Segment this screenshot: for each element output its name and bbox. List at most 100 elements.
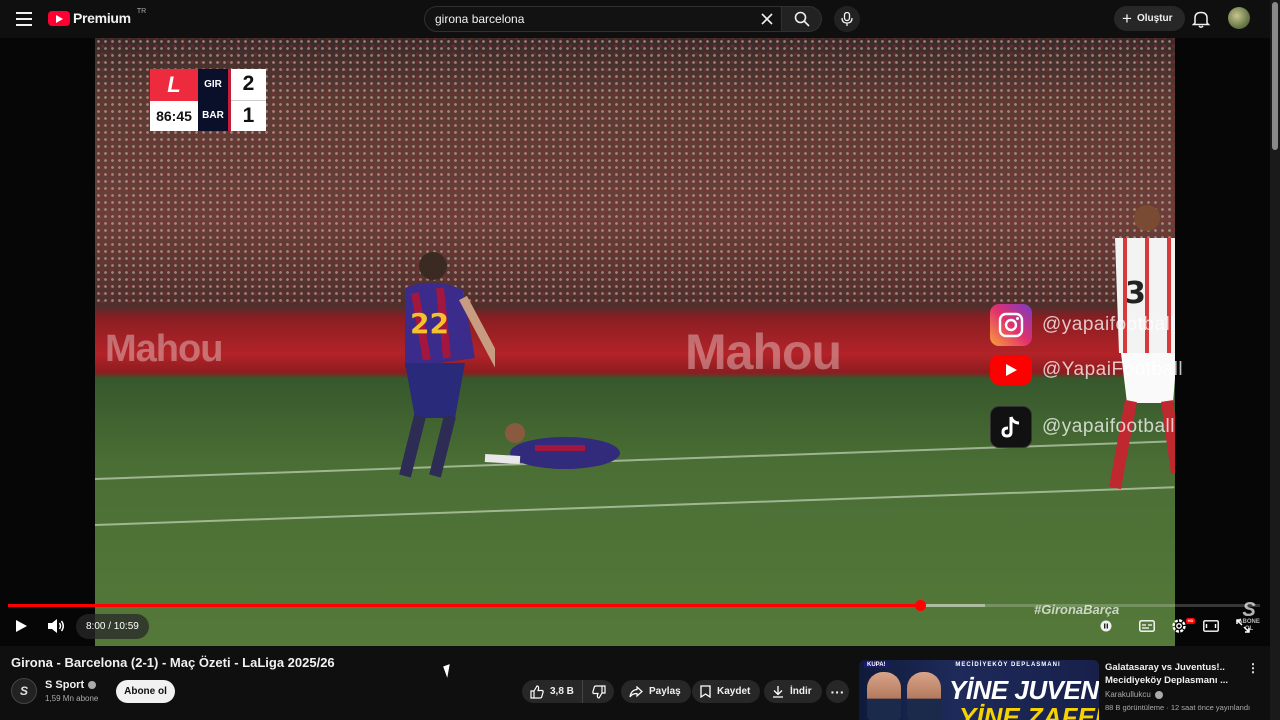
watermark-youtube: @YapaiFootball [990,355,1183,385]
account-avatar[interactable] [1228,7,1250,29]
dislike-button[interactable] [583,680,614,703]
theater-mode-icon [1203,620,1219,632]
verified-icon [1154,690,1163,699]
voice-search-button[interactable] [834,6,860,32]
thumb-band: MECİDİYEKÖY DEPLASMANI [955,662,1061,668]
subtitles-button[interactable] [1134,613,1160,639]
autoplay-toggle[interactable] [1098,613,1124,639]
share-button[interactable]: Paylaş [621,680,691,703]
share-label: Paylaş [649,686,681,697]
thumbs-up-icon [530,684,544,699]
save-label: Kaydet [717,686,751,697]
home-team: GIR [204,79,222,90]
match-clock: 86:45 [156,108,192,124]
hd-badge: HD [1186,618,1195,624]
microphone-icon [841,12,853,26]
tiktok-icon [990,406,1032,448]
youtube-icon [990,355,1032,385]
laliga-logo-icon: L [150,69,198,101]
channel-avatar[interactable]: S [11,678,37,704]
mouse-cursor-icon [443,664,454,678]
logo-text: Premium [73,10,131,26]
laliga-badge: L 86:45 [150,69,198,131]
ad-board: Mahou [685,324,842,380]
search-input[interactable]: girona barcelona [424,6,782,32]
team-names: GIR BAR [198,69,228,131]
channel-name[interactable]: S Sport [45,679,97,691]
thumb-face [867,672,901,720]
thumb-face [907,672,941,720]
download-label: İndir [790,686,812,697]
like-dislike-group: 3,8 B [522,680,614,703]
more-horizontal-icon: ··· [830,683,845,700]
play-button[interactable] [8,613,34,639]
subscriber-count: 1,59 Mn abone [45,694,99,703]
settings-button[interactable] [1166,613,1192,639]
thumbs-down-icon [591,684,606,699]
search-query: girona barcelona [435,12,525,26]
scrollbar-thumb[interactable] [1272,2,1278,150]
subtitles-icon [1139,620,1155,632]
save-button[interactable]: Kaydet [692,680,761,703]
home-score: 2 [231,69,266,101]
plus-icon: + [1122,9,1132,28]
recommended-channel-name: Karakullukcu [1105,690,1151,699]
notifications-bell-icon[interactable] [1190,8,1212,30]
video-player[interactable]: Mahou Mahou 22 3 L 86:45 GIR BAR 2 1 @ya… [0,38,1270,646]
recommended-channel[interactable]: Karakullukcu [1105,690,1163,699]
youtube-handle: @YapaiFootball [1042,359,1184,380]
watermark-instagram: @yapaifootball [990,304,1175,346]
recommended-video-title[interactable]: Galatasaray vs Juventus!.. Mecidiyeköy D… [1105,661,1245,687]
barcelona-player-down [484,423,620,469]
like-button[interactable]: 3,8 B [522,680,583,703]
played-bar [8,604,920,607]
search-button[interactable] [782,6,822,32]
away-team: BAR [202,110,224,121]
fullscreen-button[interactable] [1230,613,1256,639]
time-display: 8:00 / 10:59 [76,614,149,639]
menu-icon[interactable] [14,9,34,29]
verified-icon [88,681,97,689]
svg-text:22: 22 [410,307,449,340]
video-title: Girona - Barcelona (2-1) - Maç Özeti - L… [11,655,335,670]
top-bar: Premium TR girona barcelona + Oluştur [0,0,1280,38]
scoreboard: L 86:45 GIR BAR 2 1 [150,69,266,131]
more-actions-button[interactable]: ··· [826,680,849,703]
gear-icon [1172,619,1186,633]
away-score: 1 [242,103,255,127]
create-label: Oluştur [1136,13,1173,24]
youtube-icon [48,10,70,26]
search-icon [794,11,810,27]
more-vertical-icon[interactable]: ⋮ [1246,661,1260,677]
team-scores: 2 1 [228,69,266,131]
tiktok-handle: @yapaifootball [1042,416,1175,437]
instagram-icon [990,304,1032,346]
pitch-line [95,486,1175,526]
fullscreen-icon [1236,619,1250,633]
download-button[interactable]: İndir [764,680,822,703]
bookmark-icon [700,685,711,698]
create-button[interactable]: + Oluştur [1114,6,1185,31]
ad-board: Mahou [105,328,223,370]
youtube-premium-logo[interactable]: Premium TR [48,7,147,26]
like-count: 3,8 B [550,686,574,697]
share-icon [629,685,643,697]
country-code: TR [136,7,147,15]
volume-button[interactable] [43,613,69,639]
autoplay-toggle-icon [1100,620,1112,632]
clear-search-icon[interactable] [759,11,775,27]
girona-player: 3 [1109,205,1175,490]
play-icon [16,620,27,632]
volume-icon [48,619,64,633]
subscribe-button[interactable]: Abone ol [116,680,175,703]
scrubber-handle[interactable] [914,600,926,611]
recommended-video-meta: 88 B görüntüleme · 12 saat önce yayınlan… [1105,703,1251,712]
progress-bar[interactable] [8,600,1260,611]
theater-mode-button[interactable] [1198,613,1224,639]
recommended-video-thumbnail[interactable]: KUPA! MECİDİYEKÖY DEPLASMANI YİNE JUVENT… [859,660,1099,720]
instagram-handle: @yapaifootball [1042,314,1175,335]
thumb-tag: KUPA! [864,662,889,668]
channel-name-text: S Sport [45,679,85,691]
watermark-tiktok: @yapaifootball [990,406,1175,448]
download-icon [773,686,783,698]
